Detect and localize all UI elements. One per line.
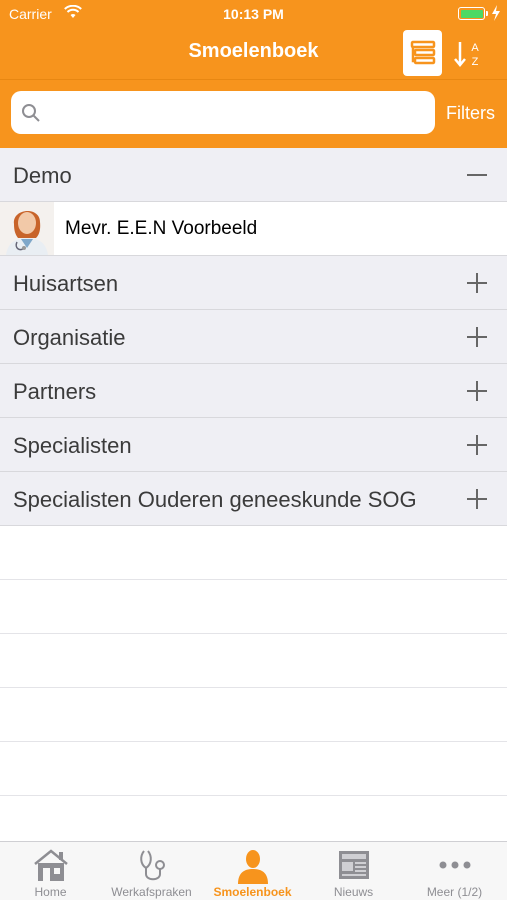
status-bar: Carrier 10:13 PM: [0, 0, 507, 28]
empty-row: [0, 526, 507, 580]
tab-label: Smoelenboek: [213, 885, 292, 899]
group-row-specialisten[interactable]: Specialisten: [0, 418, 507, 472]
search-input[interactable]: [51, 91, 421, 134]
search-icon: [22, 104, 40, 122]
person-icon: [237, 850, 268, 884]
clock: 10:13 PM: [223, 6, 284, 22]
tab-nieuws[interactable]: Nieuws: [303, 842, 404, 900]
charging-bolt-icon: [492, 5, 500, 21]
plus-icon[interactable]: [466, 380, 488, 402]
tab-label: Meer (1/2): [426, 885, 483, 899]
list-view-icon: [410, 40, 436, 65]
group-label: Huisartsen: [13, 271, 119, 296]
tab-label: Home: [34, 885, 67, 899]
tab-label: Werkafspraken: [111, 885, 192, 899]
empty-row: [0, 688, 507, 742]
empty-row: [0, 742, 507, 796]
plus-icon[interactable]: [466, 488, 488, 510]
tab-bar: Home Werkafspraken Smoelenboek Nieuws Me…: [0, 841, 507, 900]
group-row-specialisten-sog[interactable]: Specialisten Ouderen geneeskunde SOG: [0, 472, 507, 526]
header: Carrier 10:13 PM Smoelenboek A Z Filters: [0, 0, 507, 148]
battery-tip: [486, 11, 488, 16]
avatar: [0, 202, 54, 255]
empty-row: [0, 634, 507, 688]
group-label: Specialisten: [13, 433, 132, 458]
tab-smoelenboek[interactable]: Smoelenboek: [202, 842, 303, 900]
tab-werkafspraken[interactable]: Werkafspraken: [101, 842, 202, 900]
search-field[interactable]: [11, 91, 435, 134]
group-row-huisartsen[interactable]: Huisartsen: [0, 256, 507, 310]
sort-az-icon[interactable]: A Z: [452, 36, 486, 72]
svg-text:Z: Z: [472, 56, 479, 68]
group-row-partners[interactable]: Partners: [0, 364, 507, 418]
person-name: Mevr. E.E.N Voorbeeld: [65, 218, 258, 239]
group-label: Organisatie: [13, 325, 126, 350]
group-row-organisatie[interactable]: Organisatie: [0, 310, 507, 364]
filters-button[interactable]: Filters: [446, 103, 495, 124]
tab-home[interactable]: Home: [0, 842, 101, 900]
tab-label: Nieuws: [333, 885, 374, 899]
tab-meer[interactable]: Meer (1/2): [404, 842, 505, 900]
empty-row: [0, 580, 507, 634]
nav-divider: [0, 79, 507, 80]
group-list: Demo Mevr. E.E.N Voorbeeld Huisartsen Or…: [0, 148, 507, 850]
home-icon: [33, 849, 68, 881]
svg-text:A: A: [471, 42, 479, 54]
plus-icon[interactable]: [466, 326, 488, 348]
stethoscope-icon: [139, 850, 165, 881]
more-icon: [439, 861, 470, 869]
list-view-button[interactable]: [403, 30, 442, 76]
list-item-person[interactable]: Mevr. E.E.N Voorbeeld: [0, 202, 507, 256]
minus-icon[interactable]: [466, 164, 488, 186]
newspaper-icon: [338, 851, 369, 879]
plus-icon[interactable]: [466, 434, 488, 456]
group-row-demo[interactable]: Demo: [0, 148, 507, 202]
group-label: Partners: [13, 379, 97, 404]
screen: Carrier 10:13 PM Smoelenboek A Z Filters…: [0, 0, 507, 900]
plus-icon[interactable]: [466, 272, 488, 294]
group-label: Specialisten Ouderen geneeskunde SOG: [13, 487, 417, 512]
battery-icon: [458, 7, 485, 20]
group-label: Demo: [13, 163, 72, 188]
